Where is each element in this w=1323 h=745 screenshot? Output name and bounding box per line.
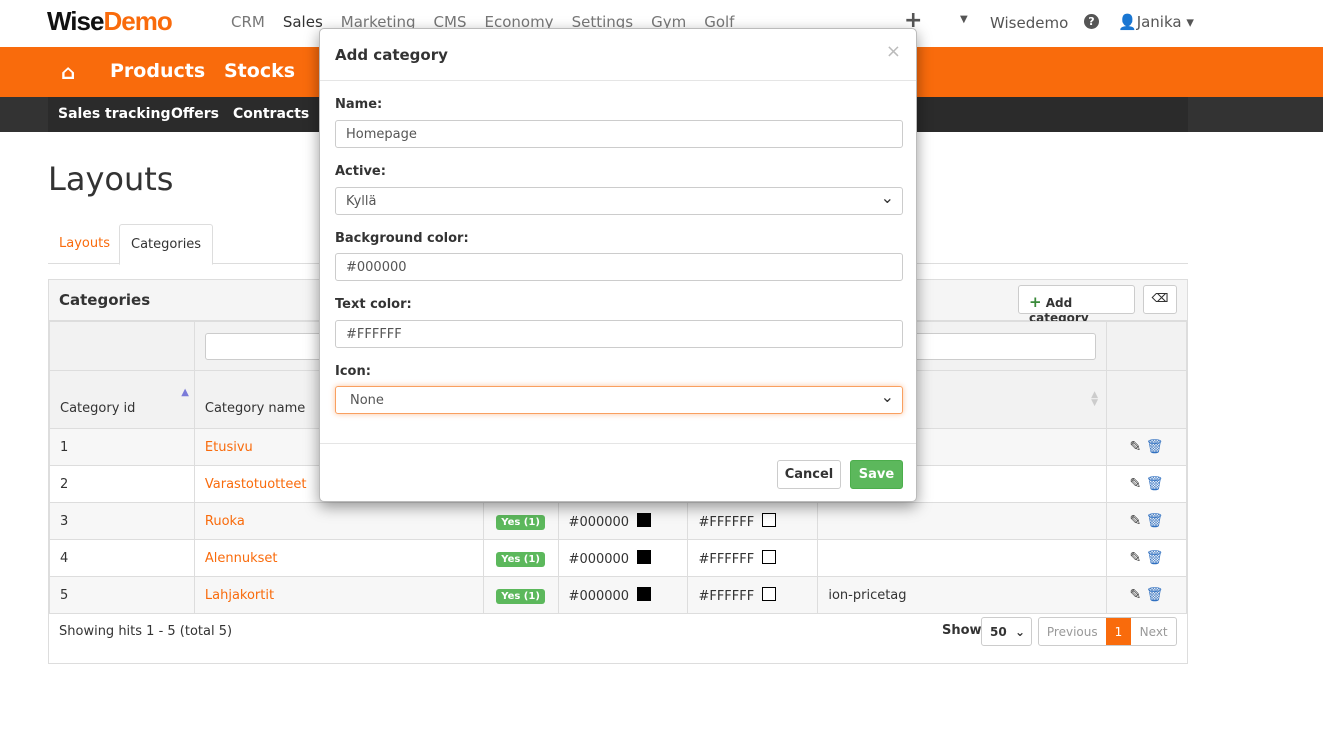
text-color-swatch <box>762 549 777 564</box>
bg-color-label: Background color: <box>335 231 469 246</box>
caret-down-icon[interactable]: ▼ <box>960 14 968 25</box>
category-name-link[interactable]: Varastotuotteet <box>205 477 307 492</box>
category-id: 2 <box>49 465 195 503</box>
category-name-link[interactable]: Ruoka <box>205 514 245 529</box>
trash-icon[interactable]: 🗑 <box>1146 439 1164 455</box>
cancel-button[interactable]: Cancel <box>777 460 841 489</box>
bg-color-value: #000000 <box>568 514 630 530</box>
edit-icon[interactable]: ✎ <box>1130 476 1142 492</box>
user-icon: 👤 <box>1118 13 1137 31</box>
nav-offers[interactable]: Offers <box>171 106 219 122</box>
icon-label: Icon: <box>335 364 371 379</box>
icon-select[interactable]: None <box>335 386 903 414</box>
active-label: Active: <box>335 164 386 179</box>
hits-summary: Showing hits 1 - 5 (total 5) <box>59 624 233 639</box>
table-row: 4 Alennukset Yes (1) #000000 #FFFFFF ✎ 🗑 <box>49 539 1187 577</box>
bg-color-input[interactable]: #000000 <box>335 253 903 281</box>
logo-part1: Wise <box>47 6 104 36</box>
panel-title: Categories <box>59 291 151 309</box>
bg-color-value: #000000 <box>568 588 630 604</box>
edit-icon[interactable]: ✎ <box>1130 439 1142 455</box>
category-id: 3 <box>49 502 195 540</box>
company-menu[interactable]: Wisedemo <box>990 14 1068 32</box>
active-badge: Yes (1) <box>496 514 545 530</box>
page-size-value: 50 <box>990 625 1007 639</box>
text-color-input[interactable]: #FFFFFF <box>335 320 903 348</box>
trash-icon[interactable]: 🗑 <box>1146 476 1164 492</box>
modal-title: Add category <box>335 46 448 64</box>
text-color-value: #FFFFFF <box>698 514 755 530</box>
icon-value <box>817 502 1107 540</box>
tab-layouts[interactable]: Layouts <box>48 224 121 264</box>
active-badge: Yes (1) <box>496 551 545 567</box>
table-row: 3 Ruoka Yes (1) #000000 #FFFFFF ✎ 🗑 <box>49 502 1187 540</box>
text-color-swatch <box>762 512 777 527</box>
text-color-label: Text color: <box>335 297 412 312</box>
trash-icon[interactable]: 🗑 <box>1146 513 1164 529</box>
edit-icon[interactable]: ✎ <box>1130 587 1142 603</box>
next-button[interactable]: Next <box>1131 618 1176 645</box>
add-category-modal: Add category × Name: Homepage Active: Ky… <box>319 28 917 502</box>
nav-sales[interactable]: Sales <box>283 13 323 31</box>
help-icon[interactable]: ? <box>1084 14 1099 29</box>
trash-icon[interactable]: 🗑 <box>1146 587 1164 603</box>
close-icon[interactable]: × <box>886 41 901 62</box>
user-name: Janika <box>1136 13 1182 31</box>
show-label: Show <box>942 623 982 638</box>
edit-icon[interactable]: ✎ <box>1130 550 1142 566</box>
icon-value: None <box>350 393 384 408</box>
active-value: Kyllä <box>346 194 377 209</box>
nav-contracts[interactable]: Contracts <box>233 106 309 122</box>
text-color-swatch <box>762 586 777 601</box>
eraser-icon[interactable]: ⌫ <box>1143 285 1177 314</box>
trash-icon[interactable]: 🗑 <box>1146 550 1164 566</box>
tab-categories[interactable]: Categories <box>119 224 214 265</box>
nav-crm[interactable]: CRM <box>231 13 265 31</box>
nav-products[interactable]: Products <box>110 60 205 82</box>
col-category-id[interactable]: Category id ▲ <box>49 370 195 429</box>
nav-stocks[interactable]: Stocks <box>224 60 295 82</box>
logo[interactable]: WiseDemo <box>47 6 173 37</box>
edit-icon[interactable]: ✎ <box>1130 513 1142 529</box>
text-color-value: #FFFFFF <box>698 588 755 604</box>
category-name-link[interactable]: Alennukset <box>205 551 278 566</box>
bg-color-value: #000000 <box>568 551 630 567</box>
page-1-button[interactable]: 1 <box>1105 618 1132 645</box>
page-size-select[interactable]: 50 ⌄ <box>981 617 1032 646</box>
nav-sales-tracking[interactable]: Sales tracking <box>58 106 170 122</box>
add-category-button[interactable]: + Add category <box>1018 285 1135 325</box>
icon-value: ion-pricetag <box>817 576 1107 614</box>
previous-button[interactable]: Previous <box>1039 618 1106 645</box>
save-button[interactable]: Save <box>850 460 903 489</box>
col-label: Category id <box>60 401 136 416</box>
page-title: Layouts <box>48 160 174 198</box>
bg-color-swatch <box>637 549 652 564</box>
bg-color-swatch <box>637 586 652 601</box>
home-icon[interactable]: ⌂ <box>61 60 75 84</box>
category-id: 5 <box>49 576 195 614</box>
pagination: Previous 1 Next <box>1038 617 1177 646</box>
icon-value <box>817 539 1107 577</box>
plus-icon: + <box>1029 293 1042 311</box>
name-label: Name: <box>335 97 383 112</box>
category-id: 1 <box>49 428 195 466</box>
table-row: 5 Lahjakortit Yes (1) #000000 #FFFFFF io… <box>49 576 1187 614</box>
sort-icon[interactable]: ▲ ▼ <box>1091 391 1098 408</box>
category-name-link[interactable]: Etusivu <box>205 440 253 455</box>
bg-color-swatch <box>637 512 652 527</box>
category-name-link[interactable]: Lahjakortit <box>205 588 274 603</box>
user-menu[interactable]: 👤Janika ▾ <box>1118 13 1194 31</box>
category-id: 4 <box>49 539 195 577</box>
chevron-down-icon: ⌄ <box>1014 625 1025 639</box>
active-badge: Yes (1) <box>496 588 545 604</box>
text-color-value: #FFFFFF <box>698 551 755 567</box>
logo-part2: Demo <box>103 6 172 36</box>
name-input[interactable]: Homepage <box>335 120 903 148</box>
sort-asc-icon: ▲ <box>181 387 189 398</box>
active-select[interactable]: Kyllä <box>335 187 903 215</box>
